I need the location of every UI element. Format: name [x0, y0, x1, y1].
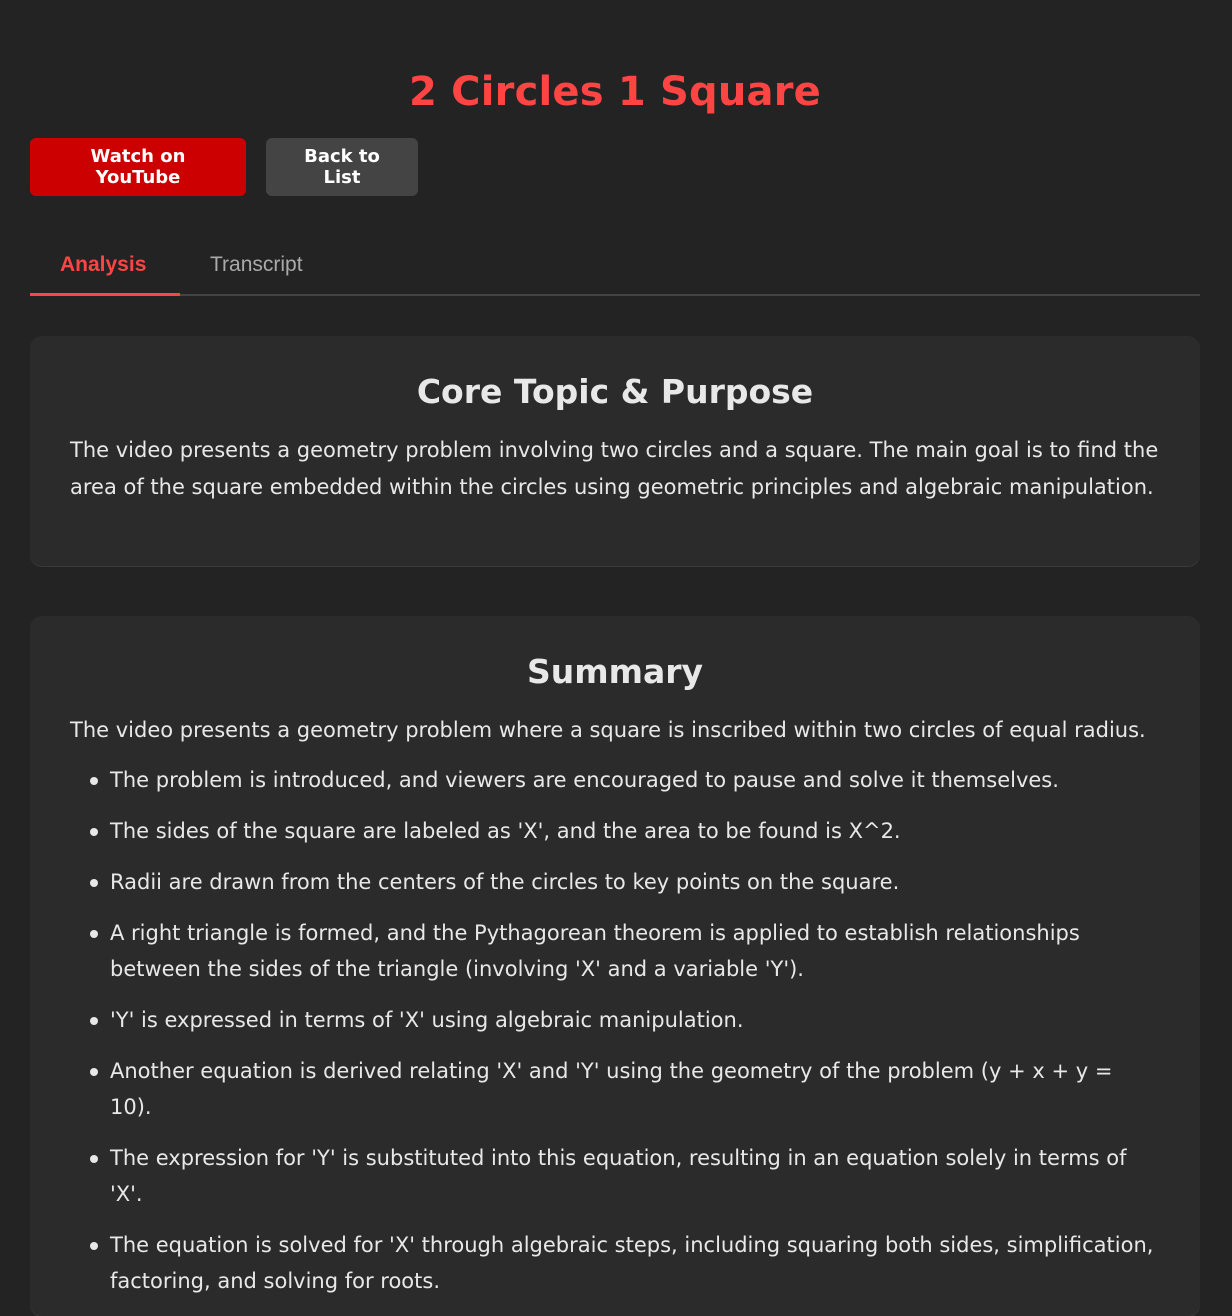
list-item: The problem is introduced, and viewers a…: [90, 762, 1160, 798]
summary-heading: Summary: [526, 652, 704, 691]
tab-bar: Analysis Transcript: [30, 238, 1200, 296]
tab-transcript[interactable]: Transcript: [180, 238, 333, 296]
core-topic-text: The video presents a geometry problem in…: [70, 438, 1159, 499]
watch-on-youtube-button[interactable]: Watch on YouTube: [30, 138, 246, 196]
tab-analysis[interactable]: Analysis: [30, 238, 180, 296]
list-item: 'Y' is expressed in terms of 'X' using a…: [90, 1002, 1160, 1038]
summary-list: The problem is introduced, and viewers a…: [70, 762, 1160, 1299]
core-topic-card: Core Topic & Purpose The video presents …: [30, 336, 1200, 566]
list-item: The sides of the square are labeled as '…: [90, 813, 1160, 849]
action-bar: Watch on YouTube Back to List: [30, 138, 418, 196]
core-topic-heading: Core Topic & Purpose: [416, 372, 814, 411]
list-item: Radii are drawn from the centers of the …: [90, 864, 1160, 900]
list-item: The equation is solved for 'X' through a…: [90, 1227, 1160, 1299]
page-title: 2 Circles 1 Square: [409, 69, 821, 115]
summary-intro: The video presents a geometry problem wh…: [70, 718, 1146, 742]
list-item: Another equation is derived relating 'X'…: [90, 1053, 1160, 1125]
summary-card: Summary The video presents a geometry pr…: [30, 616, 1200, 1316]
list-item: The expression for 'Y' is substituted in…: [90, 1140, 1160, 1212]
list-item: A right triangle is formed, and the Pyth…: [90, 915, 1160, 987]
back-to-list-button[interactable]: Back to List: [266, 138, 418, 196]
